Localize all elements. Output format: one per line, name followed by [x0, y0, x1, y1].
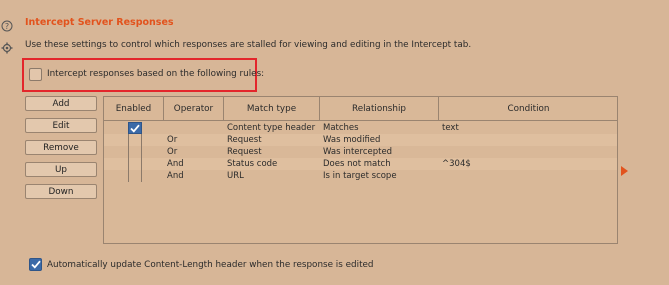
table-row[interactable]: Or Request Was modified — [104, 134, 617, 146]
down-button[interactable]: Down — [25, 184, 97, 199]
table-row[interactable]: And Status code Does not match ^304$ — [104, 158, 617, 170]
row-match-type: Request — [227, 147, 262, 157]
row-condition: ^304$ — [442, 159, 471, 169]
table-header: Enabled Operator Match type Relationship… — [104, 97, 617, 121]
table-row[interactable]: Or Request Was intercepted — [104, 146, 617, 158]
row-condition: text — [442, 123, 459, 133]
row-enabled-checkbox[interactable] — [128, 146, 142, 158]
header-relationship[interactable]: Relationship — [320, 97, 439, 120]
row-operator: Or — [167, 135, 178, 145]
auto-update-checkbox[interactable] — [29, 258, 42, 271]
row-enabled-checkbox[interactable] — [128, 170, 142, 182]
row-enabled-checkbox[interactable] — [128, 158, 142, 170]
add-button[interactable]: Add — [25, 96, 97, 111]
row-match-type: Request — [227, 135, 262, 145]
header-match-type[interactable]: Match type — [224, 97, 320, 120]
section-description: Use these settings to control which resp… — [25, 40, 472, 50]
header-operator[interactable]: Operator — [164, 97, 224, 120]
row-operator: And — [167, 171, 184, 181]
up-button[interactable]: Up — [25, 162, 97, 177]
row-selection-arrow-icon — [621, 166, 628, 176]
table-row[interactable]: And URL Is in target scope — [104, 170, 617, 182]
rules-table[interactable]: Enabled Operator Match type Relationship… — [103, 96, 618, 244]
intercept-rules-checkbox[interactable] — [29, 68, 42, 81]
remove-button[interactable]: Remove — [25, 140, 97, 155]
checkmark-icon — [130, 124, 140, 133]
gear-icon[interactable] — [1, 42, 13, 54]
help-icon[interactable]: ? — [1, 20, 13, 32]
row-operator: And — [167, 159, 184, 169]
row-relationship: Is in target scope — [323, 171, 397, 181]
row-match-type: Status code — [227, 159, 278, 169]
header-condition[interactable]: Condition — [439, 97, 618, 120]
row-enabled-checkbox[interactable] — [128, 122, 142, 134]
row-operator: Or — [167, 147, 178, 157]
row-relationship: Was intercepted — [323, 147, 393, 157]
row-match-type: Content type header — [227, 123, 316, 133]
row-match-type: URL — [227, 171, 244, 181]
svg-text:?: ? — [5, 22, 9, 31]
row-relationship: Was modified — [323, 135, 381, 145]
table-row[interactable]: Content type header Matches text — [104, 122, 617, 134]
row-enabled-checkbox[interactable] — [128, 134, 142, 146]
edit-button[interactable]: Edit — [25, 118, 97, 133]
row-relationship: Does not match — [323, 159, 391, 169]
auto-update-label: Automatically update Content-Length head… — [47, 260, 374, 270]
header-enabled[interactable]: Enabled — [104, 97, 164, 120]
intercept-rules-label: Intercept responses based on the followi… — [47, 69, 265, 79]
row-relationship: Matches — [323, 123, 359, 133]
section-title: Intercept Server Responses — [25, 17, 174, 28]
checkmark-icon — [30, 260, 41, 269]
